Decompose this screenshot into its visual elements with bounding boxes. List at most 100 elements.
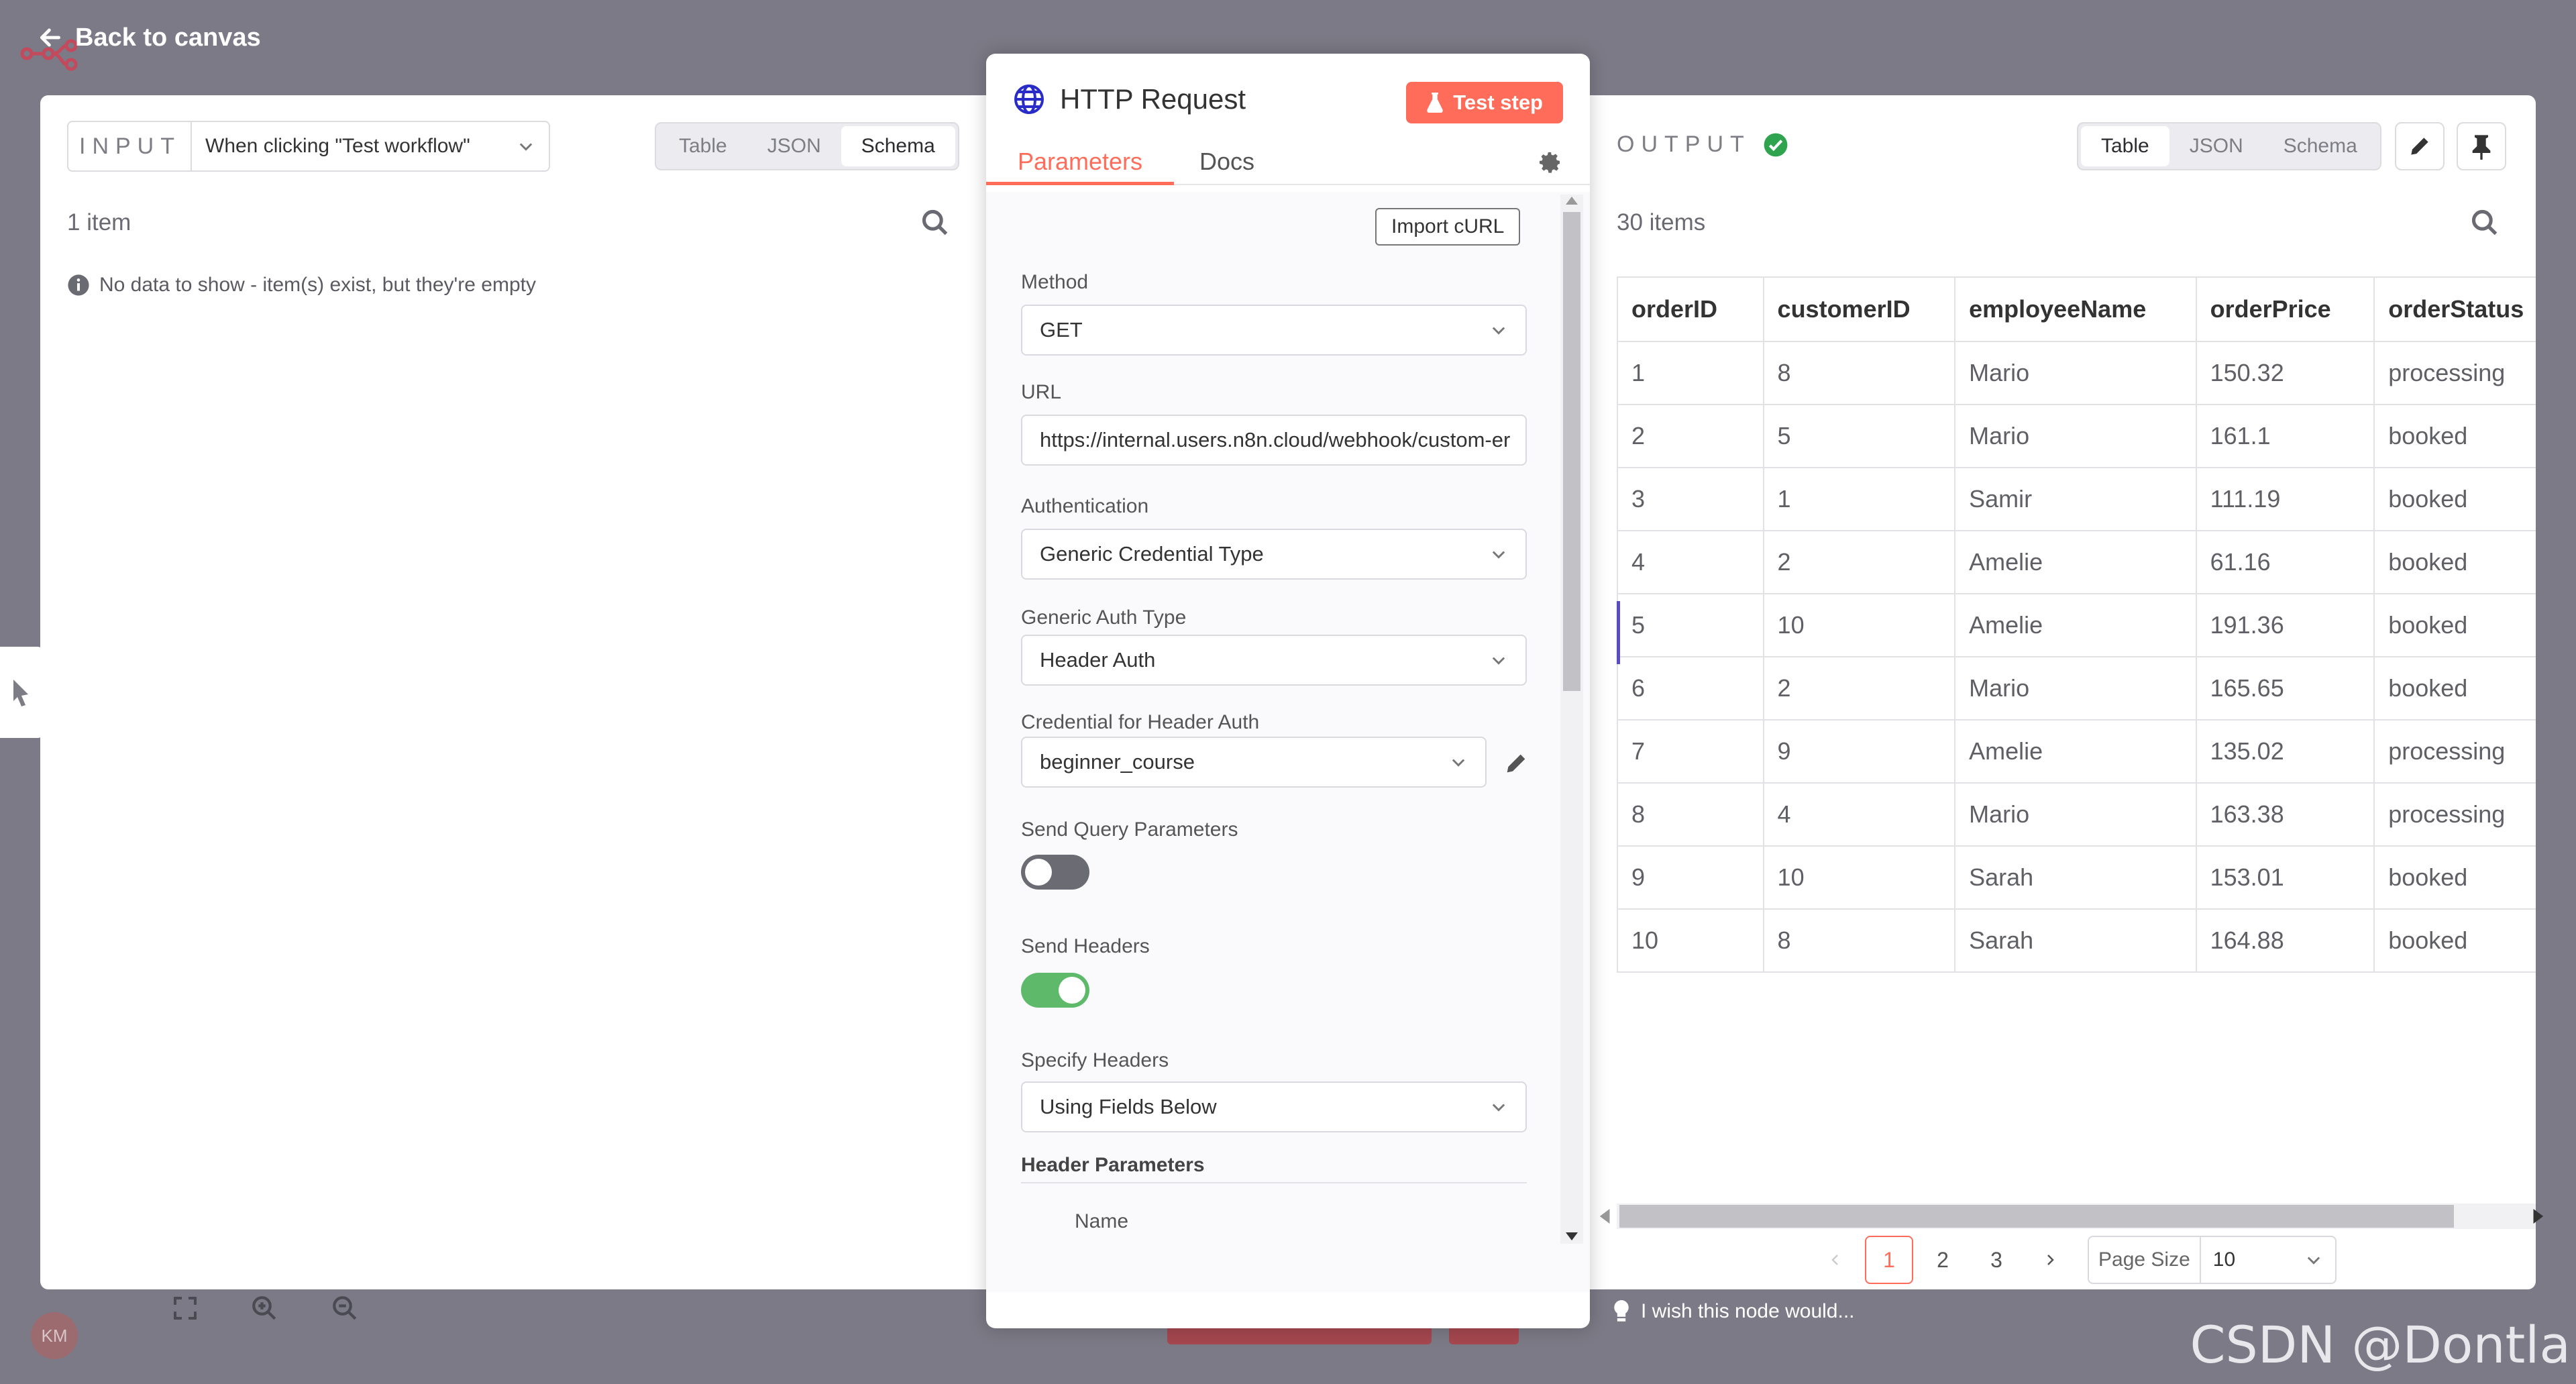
pin-output-button[interactable] [2457,122,2506,170]
back-to-canvas-link[interactable]: Back to canvas [38,19,261,56]
scroll-up-icon[interactable] [1566,196,1578,205]
table-cell[interactable]: booked [2373,908,2536,973]
table-cell[interactable]: processing [2373,782,2536,847]
table-cell[interactable]: 3 [1617,467,1764,531]
feedback-link[interactable]: I wish this node would... [1613,1300,1855,1323]
page-button-1[interactable]: 1 [1865,1236,1913,1284]
table-cell[interactable]: 9 [1617,845,1764,910]
generic-auth-type-select[interactable]: Header Auth [1021,635,1527,686]
credential-select[interactable]: beginner_course [1021,737,1487,788]
fit-view-button[interactable] [166,1289,204,1327]
vertical-scrollbar[interactable] [1560,195,1583,1244]
table-cell[interactable]: 164.88 [2195,908,2375,973]
column-header[interactable]: orderStatus [2373,276,2536,342]
column-header[interactable]: customerID [1762,276,1956,342]
method-select[interactable]: GET [1021,305,1527,356]
table-cell[interactable]: booked [2373,845,2536,910]
table-cell[interactable]: 153.01 [2195,845,2375,910]
table-cell[interactable]: 163.38 [2195,782,2375,847]
specify-headers-select[interactable]: Using Fields Below [1021,1081,1527,1132]
send-query-toggle[interactable] [1021,855,1089,890]
table-cell[interactable]: 4 [1762,782,1956,847]
table-cell[interactable]: 7 [1617,719,1764,784]
table-cell[interactable]: 2 [1617,404,1764,468]
table-cell[interactable]: booked [2373,467,2536,531]
column-header[interactable]: orderID [1617,276,1764,342]
output-tab-json[interactable]: JSON [2169,126,2263,166]
table-cell[interactable]: 1 [1762,467,1956,531]
table-cell[interactable]: 10 [1617,908,1764,973]
prev-page-button[interactable] [1811,1236,1860,1284]
table-cell[interactable]: Mario [1954,341,2197,405]
input-tab-table[interactable]: Table [659,126,747,166]
side-panel-handle[interactable] [0,647,44,738]
tab-parameters[interactable]: Parameters [986,148,1174,185]
table-cell[interactable]: 1 [1617,341,1764,405]
table-cell[interactable]: 111.19 [2195,467,2375,531]
output-tab-table[interactable]: Table [2081,126,2169,166]
table-cell[interactable]: booked [2373,593,2536,657]
url-input[interactable]: https://internal.users.n8n.cloud/webhook… [1021,415,1527,466]
input-tab-schema[interactable]: Schema [841,126,955,166]
table-cell[interactable]: 6 [1617,656,1764,721]
table-cell[interactable]: Amelie [1954,719,2197,784]
table-cell[interactable]: Mario [1954,782,2197,847]
table-cell[interactable]: 10 [1762,593,1956,657]
table-cell[interactable]: 2 [1762,530,1956,594]
scroll-right-icon[interactable] [2530,1209,2544,1224]
authentication-select[interactable]: Generic Credential Type [1021,529,1527,580]
zoom-in-button[interactable] [246,1289,283,1327]
horizontal-scrollbar[interactable] [1599,1204,2544,1229]
table-cell[interactable]: 8 [1617,782,1764,847]
next-page-button[interactable] [2026,1236,2074,1284]
scrollbar-thumb[interactable] [1563,212,1580,691]
table-cell[interactable]: Sarah [1954,845,2197,910]
table-cell[interactable]: 2 [1762,656,1956,721]
tab-docs[interactable]: Docs [1199,148,1254,176]
gear-icon[interactable] [1536,149,1563,176]
table-cell[interactable]: booked [2373,404,2536,468]
table-cell[interactable]: processing [2373,341,2536,405]
table-cell[interactable]: 135.02 [2195,719,2375,784]
send-headers-toggle[interactable] [1021,973,1089,1008]
table-cell[interactable]: 61.16 [2195,530,2375,594]
table-cell[interactable]: 5 [1762,404,1956,468]
table-cell[interactable]: Mario [1954,404,2197,468]
output-tab-schema[interactable]: Schema [2263,126,2377,166]
zoom-out-button[interactable] [326,1289,364,1327]
table-cell[interactable]: 10 [1762,845,1956,910]
page-button-3[interactable]: 3 [1972,1236,2021,1284]
table-cell[interactable]: 4 [1617,530,1764,594]
column-header[interactable]: employeeName [1954,276,2197,342]
table-cell[interactable]: 191.36 [2195,593,2375,657]
scrollbar-thumb[interactable] [1619,1205,2454,1228]
table-cell[interactable]: Amelie [1954,530,2197,594]
test-step-button[interactable]: Test step [1406,82,1563,123]
table-cell[interactable]: 150.32 [2195,341,2375,405]
table-cell[interactable]: processing [2373,719,2536,784]
edit-credential-icon[interactable] [1503,750,1529,777]
table-cell[interactable]: 165.65 [2195,656,2375,721]
scroll-left-icon[interactable] [1599,1209,1613,1224]
table-cell[interactable]: Samir [1954,467,2197,531]
table-cell[interactable]: booked [2373,530,2536,594]
table-cell[interactable]: 8 [1762,908,1956,973]
input-trigger-select[interactable]: When clicking "Test workflow" [192,135,549,158]
page-size-select[interactable]: 10 [2201,1237,2335,1283]
user-avatar[interactable]: KM [31,1312,78,1359]
output-search-button[interactable] [2470,208,2504,242]
table-cell[interactable]: 9 [1762,719,1956,784]
table-cell[interactable]: Mario [1954,656,2197,721]
import-curl-button[interactable]: Import cURL [1375,208,1521,246]
table-cell[interactable]: Amelie [1954,593,2197,657]
column-header[interactable]: orderPrice [2195,276,2375,342]
table-cell[interactable]: 161.1 [2195,404,2375,468]
page-button-2[interactable]: 2 [1919,1236,1967,1284]
table-cell[interactable]: 8 [1762,341,1956,405]
table-cell[interactable]: booked [2373,656,2536,721]
scroll-down-icon[interactable] [1566,1232,1578,1241]
input-search-button[interactable] [920,208,954,242]
input-tab-json[interactable]: JSON [747,126,841,166]
table-cell[interactable]: 5 [1617,593,1764,657]
edit-output-button[interactable] [2395,122,2445,170]
